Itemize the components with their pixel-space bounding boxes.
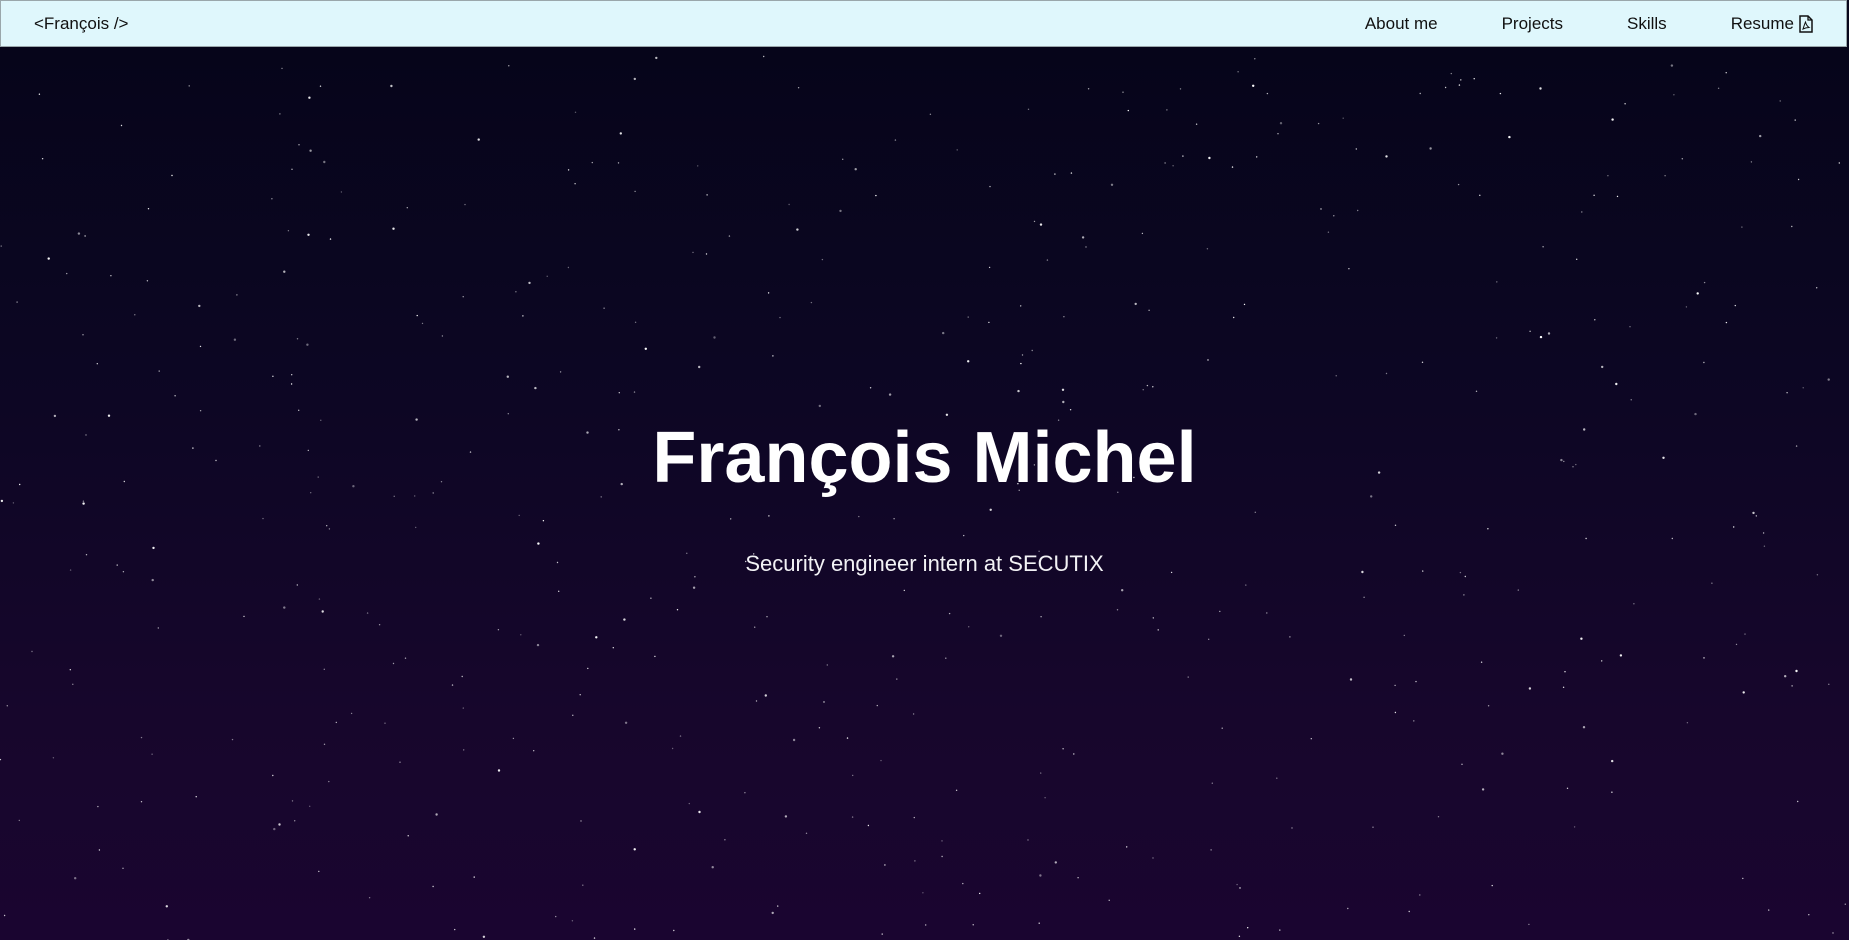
top-navbar: <François /> About me Projects Skills Re… xyxy=(0,0,1847,47)
nav-link-resume[interactable]: Resume xyxy=(1731,14,1814,34)
nav-links: About me Projects Skills Resume xyxy=(1365,14,1814,34)
brand-logo-link[interactable]: <François /> xyxy=(34,14,129,34)
nav-link-projects[interactable]: Projects xyxy=(1502,14,1563,34)
nav-link-about-me[interactable]: About me xyxy=(1365,14,1438,34)
nav-link-skills[interactable]: Skills xyxy=(1627,14,1667,34)
nav-link-resume-label: Resume xyxy=(1730,14,1794,33)
hero-subtitle: Security engineer intern at SECUTIX xyxy=(745,551,1104,576)
hero-title: François Michel xyxy=(652,418,1197,498)
hero-section: François Michel Security engineer intern… xyxy=(0,47,1849,940)
pdf-file-icon xyxy=(1798,15,1814,33)
